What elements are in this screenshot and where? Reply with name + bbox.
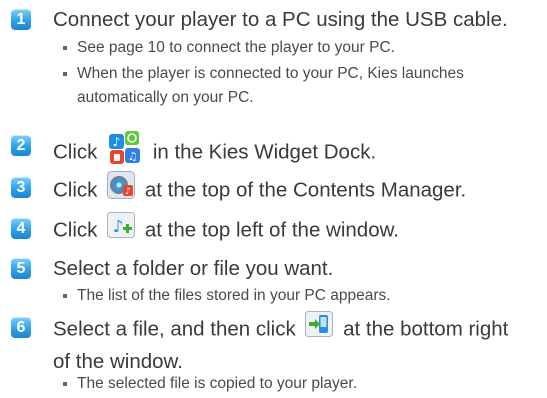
bullet-text: When the player is connected to your PC,… — [77, 65, 464, 82]
step-text: Click ♪ at the top of the Contents Manag… — [53, 171, 466, 209]
transfer-to-player-icon — [305, 311, 334, 345]
step-number-badge: 1 — [11, 9, 31, 30]
step-text: Click ♪ at the top left of the window. — [53, 212, 399, 248]
contents-manager-music-icon: ♪ — [107, 171, 136, 207]
svg-text:♪: ♪ — [125, 187, 131, 197]
step-text: Select a file, and then click at the bot… — [53, 311, 508, 376]
step-1: 1 Connect your player to a PC using the … — [11, 8, 508, 34]
step-number-badge: 2 — [11, 135, 31, 156]
step-3: 3 Click ♪ at the top of the Contents Man… — [11, 171, 466, 209]
step-text: Connect your player to a PC using the US… — [53, 8, 508, 31]
bullet-text: The selected file is copied to your play… — [77, 375, 358, 392]
svg-text:♪: ♪ — [113, 135, 121, 149]
step-text: Select a folder or file you want. — [53, 257, 334, 280]
bullet-item: When the player is connected to your PC,… — [63, 62, 464, 110]
step-6: 6 Select a file, and then click at the b… — [11, 311, 508, 376]
step-number-badge: 5 — [11, 258, 31, 279]
step-text: Click ♪ ♫ in the Kies Widget Dock. — [53, 131, 376, 175]
bullet-item: See page 10 to connect the player to you… — [63, 36, 395, 60]
bullet-text: See page 10 to connect the player to you… — [77, 39, 395, 56]
step-number-badge: 3 — [11, 177, 31, 198]
step-number-badge: 6 — [11, 317, 31, 338]
bullet-item: The list of the files stored in your PC … — [63, 284, 391, 308]
bullet-marker — [63, 382, 67, 386]
svg-text:♫: ♫ — [128, 150, 138, 163]
bullet-marker — [63, 294, 67, 298]
step-2: 2 Click ♪ ♫ in the Kies Widget Dock. — [11, 131, 376, 175]
bullet-item: The selected file is copied to your play… — [63, 372, 357, 396]
add-music-file-icon: ♪ — [107, 212, 136, 246]
bullet-text-continued: automatically on your PC. — [77, 89, 254, 106]
bullet-marker — [63, 46, 67, 50]
kies-widget-dock-icon: ♪ ♫ — [107, 129, 143, 173]
svg-text:♪: ♪ — [113, 217, 124, 237]
bullet-text: The list of the files stored in your PC … — [77, 287, 391, 304]
bullet-marker — [63, 72, 67, 76]
step-4: 4 Click ♪ at the top left of the window. — [11, 212, 399, 248]
step-number-badge: 4 — [11, 218, 31, 239]
step-5: 5 Select a folder or file you want. — [11, 257, 333, 283]
